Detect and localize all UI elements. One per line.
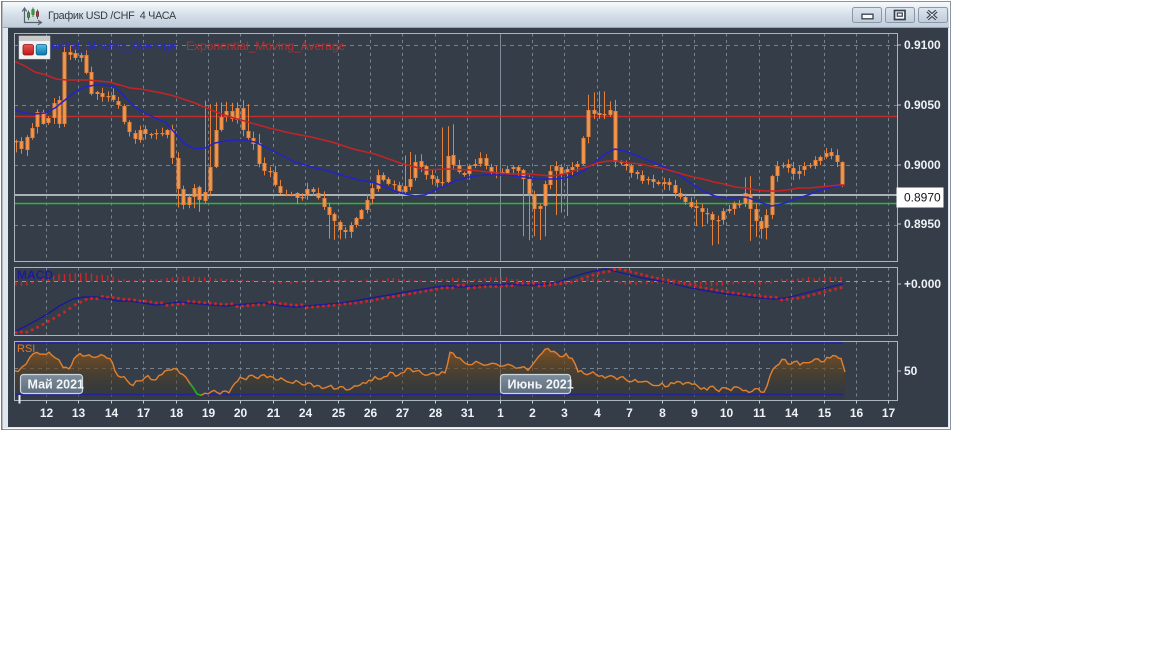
svg-text:График USD /CHF 4 ЧАСА: График USD /CHF 4 ЧАСА (48, 10, 177, 22)
svg-text:1: 1 (497, 406, 504, 420)
svg-text:50: 50 (904, 364, 918, 378)
svg-text:0.9050: 0.9050 (904, 98, 941, 112)
svg-text:3: 3 (561, 406, 568, 420)
svg-text:+0.000: +0.000 (904, 277, 941, 291)
svg-text:0.8970: 0.8970 (904, 191, 941, 205)
svg-text:20: 20 (234, 406, 248, 420)
svg-text:Июнь 2021: Июнь 2021 (508, 378, 574, 392)
svg-text:13: 13 (72, 406, 86, 420)
svg-text:10: 10 (720, 406, 734, 420)
svg-text:25: 25 (332, 406, 346, 420)
svg-text:0.9100: 0.9100 (904, 38, 941, 52)
svg-text:21: 21 (267, 406, 281, 420)
svg-text:27: 27 (396, 406, 410, 420)
svg-text:14: 14 (105, 406, 119, 420)
svg-text:0.8950: 0.8950 (904, 217, 941, 231)
svg-text:8: 8 (659, 406, 666, 420)
svg-text:11: 11 (753, 406, 766, 420)
svg-text:31: 31 (461, 406, 475, 420)
svg-text:19: 19 (202, 406, 216, 420)
svg-text:MACD: MACD (17, 268, 53, 282)
svg-text:28: 28 (429, 406, 443, 420)
svg-text:14: 14 (785, 406, 799, 420)
svg-text:0.9000: 0.9000 (904, 158, 941, 172)
svg-text:2: 2 (529, 406, 536, 420)
svg-text:7: 7 (626, 406, 633, 420)
svg-text:9: 9 (691, 406, 698, 420)
svg-text:RSI: RSI (17, 343, 35, 355)
svg-text:26: 26 (364, 406, 378, 420)
svg-text:18: 18 (170, 406, 184, 420)
svg-text:24: 24 (299, 406, 313, 420)
svg-text:Май 2021: Май 2021 (28, 378, 85, 392)
svg-text:ential_Moving_Average: ential_Moving_Average (51, 39, 177, 53)
svg-text:15: 15 (818, 406, 832, 420)
svg-text:12: 12 (40, 406, 54, 420)
svg-text:Exponential_Moving_Average: Exponential_Moving_Average (186, 39, 346, 53)
svg-text:4: 4 (594, 406, 601, 420)
svg-text:17: 17 (882, 406, 896, 420)
svg-text:16: 16 (850, 406, 864, 420)
svg-text:17: 17 (137, 406, 151, 420)
